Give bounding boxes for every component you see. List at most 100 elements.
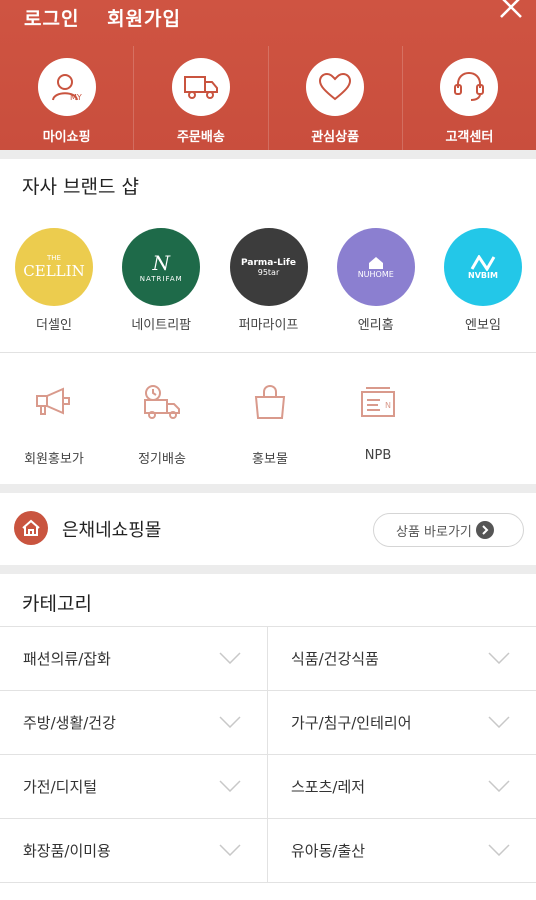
brand-nvbim[interactable]: NVBIM 엔보임: [443, 228, 523, 333]
category-item[interactable]: 가전/디지털: [0, 755, 268, 818]
brand-logo: NUHOME: [336, 228, 415, 306]
category-label: 가구/침구/인테리어: [291, 714, 412, 732]
svg-text:N: N: [385, 401, 391, 410]
quick-customer-center[interactable]: 고객센터: [401, 46, 536, 150]
brand-logo: Parma-Life 95tar: [229, 228, 308, 306]
close-button[interactable]: [496, 0, 526, 22]
header: 로그인 회원가입 MY 마이쇼핑 주문배송 관심상품 고객센터: [0, 0, 536, 150]
category-label: 주방/생활/건강: [23, 714, 116, 732]
quick-my-shopping[interactable]: MY 마이쇼핑: [0, 46, 133, 150]
brand-logo: NVBIM: [444, 228, 522, 306]
category-grid: 패션의류/잡화 식품/건강식품 주방/생활/건강 가구/침구/인테리어 가전/디…: [0, 626, 536, 883]
brand-label: 엔보임: [465, 318, 501, 333]
brand-natrifam[interactable]: N NATRIFAM 네이트리팜: [121, 228, 201, 333]
category-label: 유아동/출산: [291, 842, 366, 860]
close-icon: [500, 0, 522, 18]
service-label: NPB: [364, 448, 392, 463]
brand-logo-text: N: [152, 251, 171, 275]
service-npb[interactable]: N NPB: [324, 376, 432, 467]
npb-box-icon: N: [352, 376, 404, 428]
quick-menu: MY 마이쇼핑 주문배송 관심상품 고객센터: [0, 46, 536, 150]
brand-shop-title: 자사 브랜드 샵: [22, 176, 139, 198]
nvbim-mark-icon: [470, 254, 496, 271]
category-row: 패션의류/잡화 식품/건강식품: [0, 627, 536, 691]
section-spacer: [0, 150, 536, 159]
mall-title: 은채네쇼핑몰: [62, 520, 162, 541]
chevron-down-icon: [488, 652, 510, 664]
chevron-down-icon: [219, 780, 241, 792]
chevron-down-icon: [219, 844, 241, 856]
brand-logo-sub: NATRIFAM: [139, 275, 183, 283]
category-row: 가전/디지털 스포츠/레저: [0, 755, 536, 819]
category-label: 식품/건강식품: [291, 650, 379, 668]
delivery-truck-icon: [171, 58, 230, 116]
category-label: 화장품/이미용: [23, 842, 111, 860]
quick-delivery[interactable]: 주문배송: [133, 46, 267, 150]
section-spacer: [0, 565, 536, 574]
chevron-down-icon: [219, 652, 241, 664]
quick-wishlist[interactable]: 관심상품: [267, 46, 402, 150]
house-icon: [368, 256, 383, 269]
quick-label: 관심상품: [311, 130, 360, 145]
brand-logo-sub: 95tar: [257, 267, 280, 277]
login-link[interactable]: 로그인: [24, 8, 79, 30]
scheduled-delivery-icon: [136, 376, 188, 428]
brand-logo-sub: THE: [47, 254, 61, 262]
service-promo-material[interactable]: 홍보물: [216, 376, 324, 467]
svg-text:MY: MY: [70, 93, 82, 102]
brand-parmalife[interactable]: Parma-Life 95tar 퍼마라이프: [229, 228, 309, 333]
section-spacer: [0, 484, 536, 493]
service-scheduled-delivery[interactable]: 정기배송: [108, 376, 216, 467]
go-to-products-label: 상품 바로가기: [396, 524, 472, 540]
brand-label: 엔리홈: [357, 318, 394, 333]
category-item[interactable]: 식품/건강식품: [268, 627, 536, 690]
category-item[interactable]: 주방/생활/건강: [0, 691, 268, 754]
megaphone-icon: [28, 376, 80, 428]
category-item[interactable]: 스포츠/레저: [268, 755, 536, 818]
brand-nuhome[interactable]: NUHOME 엔리홈: [336, 228, 416, 333]
chevron-down-icon: [488, 716, 510, 728]
category-item[interactable]: 화장품/이미용: [0, 819, 268, 882]
brand-logo: N NATRIFAM: [122, 228, 201, 306]
category-item[interactable]: 유아동/출산: [268, 819, 536, 882]
category-row: 주방/생활/건강 가구/침구/인테리어: [0, 691, 536, 755]
brand-logo-text: CELLIN: [23, 262, 85, 280]
quick-label: 마이쇼핑: [42, 130, 91, 145]
brand-label: 퍼마라이프: [238, 318, 299, 333]
brand-logo: THE CELLIN: [15, 228, 93, 306]
auth-links: 로그인 회원가입: [24, 4, 201, 31]
brand-label: 네이트리팜: [131, 318, 192, 333]
category-label: 스포츠/레저: [291, 778, 366, 796]
quick-label: 주문배송: [176, 130, 225, 145]
headset-icon: [440, 58, 499, 116]
chevron-down-icon: [488, 780, 510, 792]
service-label: 회원홍보가: [24, 452, 84, 467]
divider: [0, 352, 536, 353]
go-to-products-button[interactable]: 상품 바로가기: [373, 513, 524, 547]
brand-logo-text: NVBIM: [468, 270, 498, 280]
heart-icon: [306, 58, 365, 116]
brand-list: THE CELLIN 더셀인 N NATRIFAM 네이트리팜 Parma-Li…: [0, 228, 536, 333]
chevron-down-icon: [488, 844, 510, 856]
chevron-right-icon: [475, 521, 494, 539]
signup-link[interactable]: 회원가입: [107, 8, 181, 30]
category-item[interactable]: 패션의류/잡화: [0, 627, 268, 690]
brand-logo-text: Parma-Life: [241, 257, 296, 268]
category-item[interactable]: 가구/침구/인테리어: [268, 691, 536, 754]
category-title: 카테고리: [22, 593, 92, 615]
service-list: 회원홍보가 정기배송 홍보물 N NPB: [0, 376, 536, 467]
my-shopping-icon: MY: [37, 58, 96, 116]
chevron-down-icon: [219, 716, 241, 728]
brand-cellin[interactable]: THE CELLIN 더셀인: [14, 228, 94, 333]
shopping-bag-icon: [244, 376, 296, 428]
quick-label: 고객센터: [445, 130, 494, 145]
brand-label: 더셀인: [36, 318, 72, 333]
category-row: 화장품/이미용 유아동/출산: [0, 819, 536, 883]
mall-home-icon: [14, 511, 48, 545]
service-label: 홍보물: [252, 452, 288, 467]
category-label: 패션의류/잡화: [23, 650, 111, 668]
category-label: 가전/디지털: [23, 778, 98, 796]
header-top: 로그인 회원가입: [0, 0, 536, 40]
brand-logo-text: NUHOME: [357, 269, 394, 279]
service-member-promo[interactable]: 회원홍보가: [0, 376, 108, 467]
